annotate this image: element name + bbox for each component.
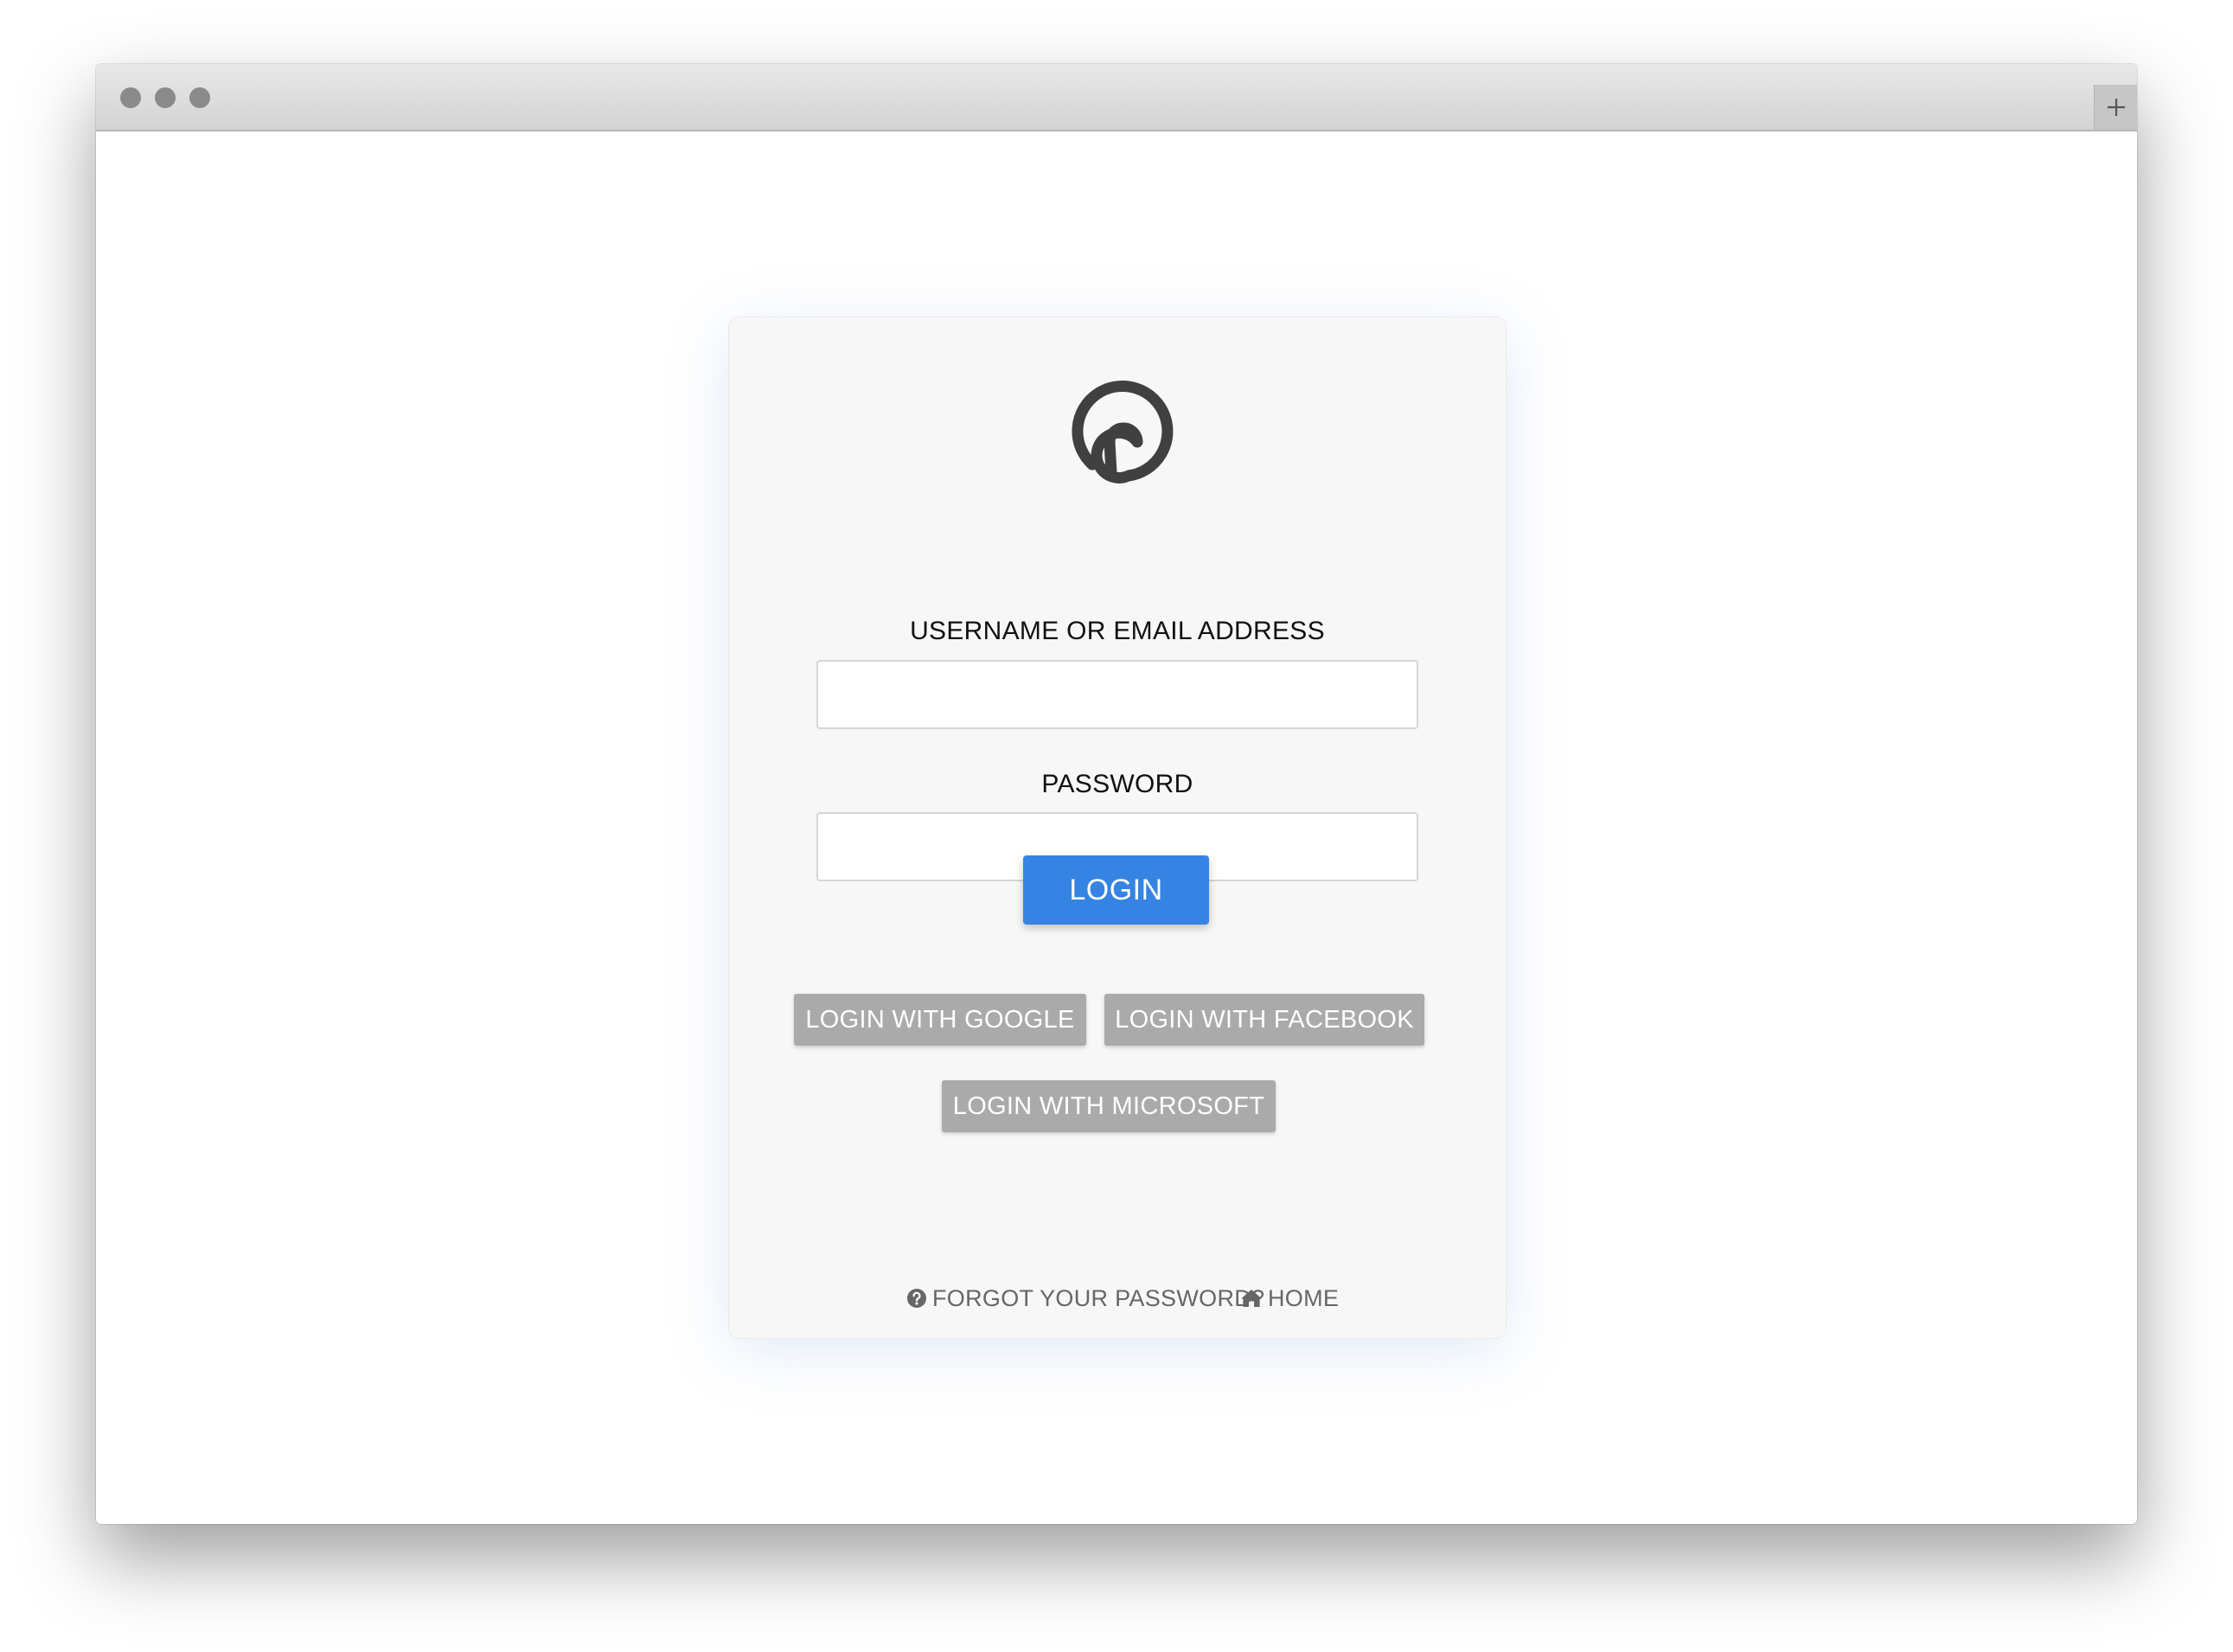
spiral-p-logo-icon — [1072, 380, 1174, 483]
minimize-window-button[interactable] — [155, 87, 176, 108]
plus-icon — [2108, 99, 2125, 116]
zoom-window-button[interactable] — [189, 87, 210, 108]
forgot-password-link[interactable]: FORGOT YOUR PASSWORD? — [906, 1281, 1264, 1316]
username-input[interactable] — [816, 660, 1418, 729]
home-icon — [1241, 1290, 1262, 1307]
login-with-google-button[interactable]: LOGIN WITH GOOGLE — [794, 994, 1086, 1046]
new-tab-button[interactable] — [2094, 85, 2137, 130]
forgot-password-text: FORGOT YOUR PASSWORD? — [932, 1284, 1265, 1311]
home-text: HOME — [1268, 1284, 1340, 1311]
home-link[interactable]: HOME — [1240, 1281, 1339, 1316]
username-label: USERNAME OR EMAIL ADDRESS — [910, 617, 1325, 645]
question-circle-icon — [907, 1289, 926, 1308]
login-button[interactable]: LOGIN — [1023, 855, 1209, 925]
window-titlebar — [96, 64, 2137, 131]
login-with-facebook-button[interactable]: LOGIN WITH FACEBOOK — [1104, 994, 1424, 1046]
login-with-microsoft-button[interactable]: LOGIN WITH MICROSOFT — [942, 1080, 1276, 1132]
browser-window: USERNAME OR EMAIL ADDRESS PASSWORD LOGIN… — [96, 64, 2137, 1524]
password-label: PASSWORD — [1041, 770, 1193, 798]
close-window-button[interactable] — [120, 87, 141, 108]
login-card: USERNAME OR EMAIL ADDRESS PASSWORD LOGIN… — [728, 317, 1507, 1339]
